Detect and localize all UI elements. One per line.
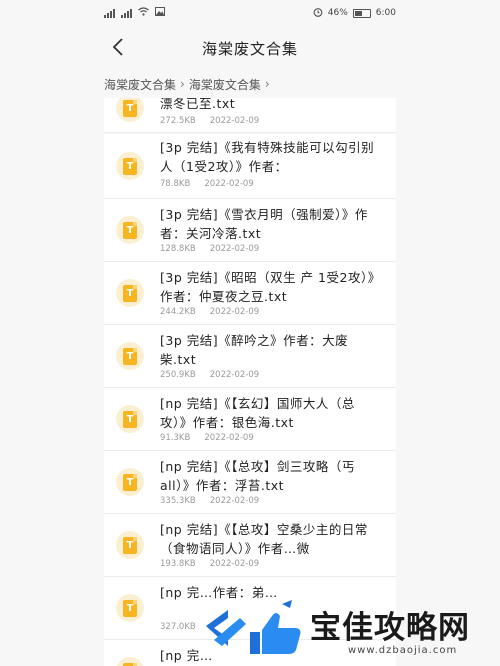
txt-file-icon: T: [116, 468, 144, 496]
file-name: [3p 完结]《昭昭（双生 产 1受2攻）》作者：仲夏夜之豆.txt: [160, 270, 375, 304]
file-meta: 335.3KB 2022-02-09: [160, 496, 260, 506]
status-left: [0, 7, 165, 19]
file-name: [np 完结]《【总攻】剑三攻略（丐all）》作者：浮苔.txt: [160, 459, 355, 493]
file-meta: 193.8KB 2022-02-09: [160, 559, 260, 569]
file-name: 漂冬已至.txt: [160, 98, 236, 111]
file-list: T 漂冬已至.txt 272.5KB 2022-02-09 T [3p 完结]《我…: [104, 98, 396, 666]
battery-percent: 46%: [327, 8, 348, 18]
status-bar: 46% 6:00: [0, 0, 500, 26]
clock: 6:00: [375, 8, 396, 18]
txt-file-icon: T: [116, 216, 144, 244]
watermark: 宝佳攻略网 www.dzbaojia.com: [198, 590, 500, 666]
list-item[interactable]: T [np 完结]《【总攻】空桑少主的日常（食物语同人）》作者…微 193.8K…: [104, 514, 396, 577]
txt-file-icon: T: [116, 594, 144, 622]
txt-file-icon: T: [116, 531, 144, 559]
image-icon: [155, 7, 165, 19]
file-name: [3p 完结]《醉吟之》作者：大废柴.txt: [160, 333, 349, 367]
breadcrumb: 海棠废文合集 › 海棠废文合集 ›: [104, 74, 270, 94]
list-item[interactable]: T [np 完结]《【总攻】剑三攻略（丐all）》作者：浮苔.txt 335.3…: [104, 451, 396, 514]
txt-file-icon: T: [116, 98, 144, 122]
signal-icon: [104, 8, 115, 18]
watermark-url: www.dzbaojia.com: [348, 645, 458, 656]
file-meta: 250.9KB 2022-02-09: [160, 370, 260, 380]
txt-file-icon: T: [116, 342, 144, 370]
txt-file-icon: T: [116, 657, 144, 666]
breadcrumb-item[interactable]: 海棠废文合集: [189, 76, 261, 93]
chevron-right-icon: ›: [264, 77, 270, 91]
thumbs-up-logo-icon: [206, 600, 301, 654]
page-title: 海棠废文合集: [201, 40, 298, 58]
list-item[interactable]: T [3p 完结]《雪衣月明（强制爱）》作者：关河冷落.txt 128.8KB 2…: [104, 199, 396, 262]
list-item[interactable]: T [np 完结]《【玄幻】国师大人（总攻）》作者：银色海.txt 91.3KB…: [104, 388, 396, 451]
chevron-right-icon: ›: [180, 77, 185, 91]
file-name: [3p 完结]《我有特殊技能可以勾引别人（1受2攻）》作者：: [160, 140, 375, 174]
file-meta: 91.3KB 2022-02-09: [160, 433, 254, 443]
txt-file-icon: T: [116, 405, 144, 433]
txt-file-icon: T: [116, 152, 144, 180]
watermark-title: 宝佳攻略网: [310, 610, 470, 646]
file-meta: 272.5KB 2022-02-09: [160, 116, 260, 126]
list-item[interactable]: T [3p 完结]《我有特殊技能可以勾引别人（1受2攻）》作者： 78.8KB 2…: [104, 134, 396, 199]
wifi-icon: [138, 7, 149, 19]
list-item[interactable]: T 漂冬已至.txt 272.5KB 2022-02-09: [104, 98, 396, 133]
status-right: 46% 6:00: [313, 7, 500, 20]
file-meta: 128.8KB 2022-02-09: [160, 244, 260, 254]
breadcrumb-item[interactable]: 海棠废文合集: [104, 76, 176, 93]
file-meta: 244.2KB 2022-02-09: [160, 307, 260, 317]
file-meta: 78.8KB 2022-02-09: [160, 179, 254, 189]
list-item[interactable]: T [3p 完结]《昭昭（双生 产 1受2攻）》作者：仲夏夜之豆.txt 244…: [104, 262, 396, 325]
header: 海棠废文合集: [0, 26, 500, 70]
file-name: [3p 完结]《雪衣月明（强制爱）》作者：关河冷落.txt: [160, 207, 368, 241]
signal-icon: [121, 8, 132, 18]
file-name: [np 完结]《【玄幻】国师大人（总攻）》作者：银色海.txt: [160, 396, 355, 430]
alarm-icon: [313, 7, 323, 20]
battery-icon: [352, 8, 371, 18]
file-name: [np 完结]《【总攻】空桑少主的日常（食物语同人）》作者…微: [160, 522, 368, 556]
list-item[interactable]: T [3p 完结]《醉吟之》作者：大废柴.txt 250.9KB 2022-02-…: [104, 325, 396, 388]
txt-file-icon: T: [116, 279, 144, 307]
